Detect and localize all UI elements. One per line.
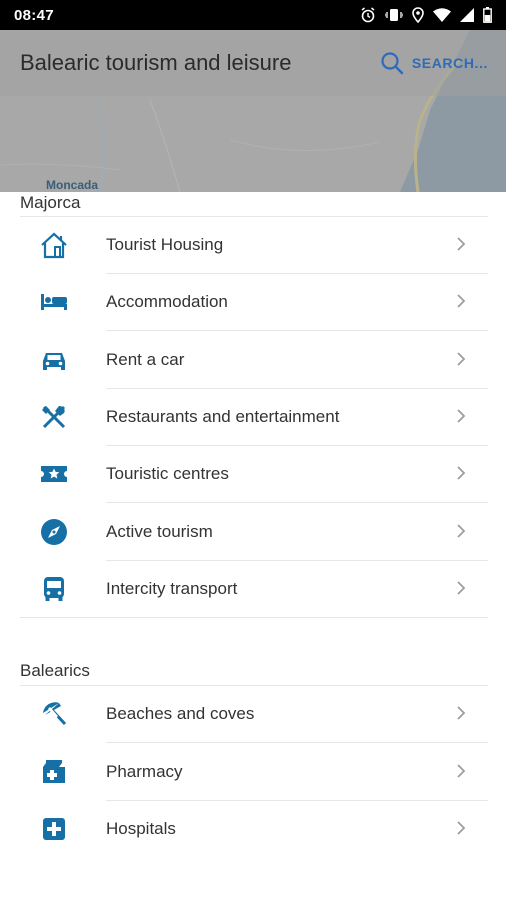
list-item-label: Rent a car — [106, 349, 185, 369]
list-item-label: Hospitals — [106, 818, 176, 838]
hospital-cross-icon — [38, 813, 70, 845]
cutlery-icon — [38, 401, 70, 433]
compass-icon — [38, 516, 70, 548]
list-item-label: Restaurants and entertainment — [106, 406, 340, 426]
list-item-hospitals[interactable]: Hospitals — [0, 800, 506, 857]
chevron-right-icon — [457, 706, 466, 720]
list-item-label: Pharmacy — [106, 761, 183, 781]
app-bar: Balearic tourism and leisure SEARCH... — [0, 30, 506, 96]
bed-icon — [38, 286, 70, 318]
car-icon — [38, 344, 70, 376]
section-title-balearics: Balearics — [20, 661, 90, 680]
chevron-right-icon — [457, 581, 466, 595]
list-item-label: Accommodation — [106, 291, 228, 311]
pharmacy-icon — [38, 756, 70, 788]
chevron-right-icon — [457, 352, 466, 366]
section-title-majorca: Majorca — [20, 193, 81, 212]
house-icon — [38, 229, 70, 261]
vibrate-icon — [385, 9, 403, 21]
status-icons — [360, 7, 492, 23]
chevron-right-icon — [457, 294, 466, 308]
chevron-right-icon — [457, 466, 466, 480]
list-item-restaurants[interactable]: Restaurants and entertainment — [0, 388, 506, 445]
search-button[interactable]: SEARCH... — [380, 51, 488, 75]
chevron-right-icon — [457, 821, 466, 835]
list-item-label: Intercity transport — [106, 578, 238, 598]
search-icon — [381, 52, 404, 75]
search-label: SEARCH... — [411, 55, 488, 71]
bus-icon — [38, 573, 70, 605]
beach-umbrella-icon — [38, 698, 70, 730]
list-item-intercity-transport[interactable]: Intercity transport — [0, 560, 506, 617]
list-item-beaches[interactable]: Beaches and coves — [0, 685, 506, 742]
wifi-icon — [433, 8, 451, 22]
list-item-label: Active tourism — [106, 521, 213, 541]
ticket-star-icon — [38, 458, 70, 490]
chevron-right-icon — [457, 764, 466, 778]
list-item-label: Tourist Housing — [106, 234, 224, 254]
location-icon — [412, 7, 424, 23]
status-time: 08:47 — [14, 6, 54, 24]
chevron-right-icon — [457, 409, 466, 423]
list-item-rent-a-car[interactable]: Rent a car — [0, 331, 506, 388]
section-divider — [20, 617, 488, 618]
list-item-touristic-centres[interactable]: Touristic centres — [0, 445, 506, 502]
map-place-label: Moncada — [46, 178, 99, 192]
list-item-accommodation[interactable]: Accommodation — [0, 273, 506, 330]
list-item-tourist-housing[interactable]: Tourist Housing — [0, 216, 506, 273]
list-item-active-tourism[interactable]: Active tourism — [0, 503, 506, 560]
alarm-icon — [361, 7, 375, 23]
list-item-pharmacy[interactable]: Pharmacy — [0, 743, 506, 800]
signal-icon — [460, 8, 474, 22]
chevron-right-icon — [457, 237, 466, 251]
status-bar: 08:47 — [0, 0, 506, 30]
battery-icon — [483, 7, 492, 23]
app-title: Balearic tourism and leisure — [20, 50, 292, 75]
list-item-label: Touristic centres — [106, 463, 229, 483]
chevron-right-icon — [457, 524, 466, 538]
list-item-label: Beaches and coves — [106, 703, 255, 723]
